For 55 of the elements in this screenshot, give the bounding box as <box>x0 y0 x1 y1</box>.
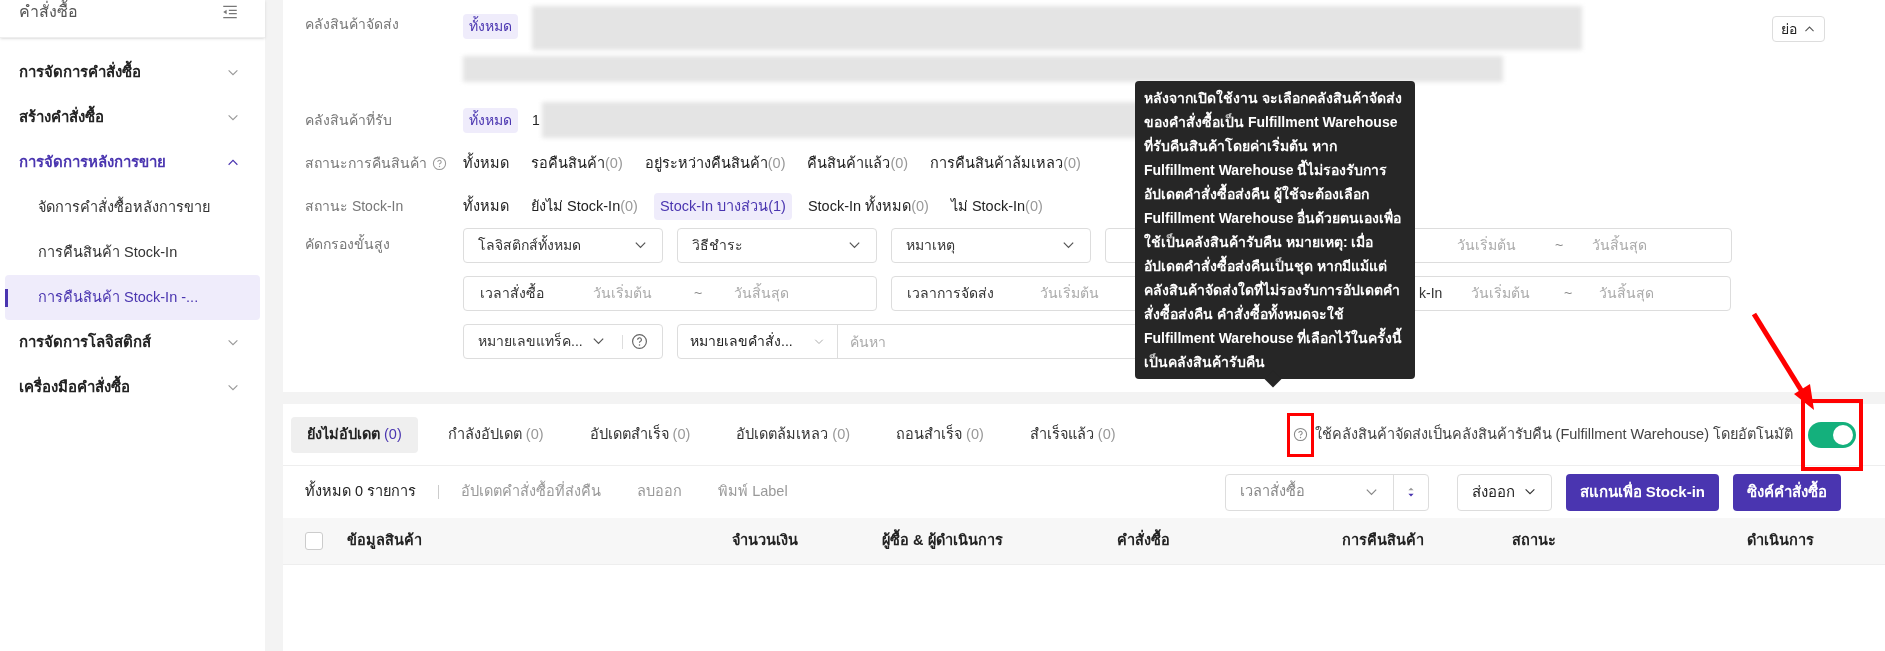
sidebar-item[interactable]: การคืนสินค้า Stock-In <box>5 230 260 275</box>
tab[interactable]: อัปเดตสำเร็จ (0) <box>573 416 707 453</box>
toggle-label: ใช้คลังสินค้าจัดส่งเป็นคลังสินค้ารับคืน (Fulfillment Warehouse) โดยอัตโนมัติ <box>1314 423 1793 444</box>
filter-option[interactable]: ทั้งหมด <box>457 149 515 178</box>
tab[interactable]: อัปเดตล้มเหลว (0) <box>720 416 867 453</box>
select-field[interactable]: วิธีชำระ <box>677 228 877 263</box>
collapse-button[interactable]: ย่อ <box>1772 16 1825 42</box>
sidebar-group[interactable]: การจัดการหลังการขาย <box>5 140 260 185</box>
sidebar-group[interactable]: สร้างคำสั่งซื้อ <box>5 95 260 140</box>
filter-label: สถานะ Stock-In <box>305 197 404 216</box>
column-header: จำนวนเงิน <box>732 532 798 549</box>
tab[interactable]: ยังไม่อัปเดต (0) <box>291 416 418 453</box>
toggle-switch[interactable] <box>1808 421 1856 448</box>
date-range-field[interactable]: เวลาสั่งซื้อ วันเริ่มต้น ~ วันสิ้นสุด <box>463 276 877 311</box>
filter-chip[interactable]: ทั้งหมด <box>463 14 518 39</box>
filter-option[interactable]: ยังไม่ Stock-In(0) <box>525 192 644 221</box>
filter-option[interactable]: 1 <box>532 109 540 131</box>
column-header: การคืนสินค้า <box>1342 532 1424 549</box>
help-icon <box>630 333 648 350</box>
sidebar-title: คำสั่งซื้อ <box>19 0 78 22</box>
filter-option[interactable]: รอคืนสินค้า(0) <box>525 149 629 178</box>
filter-label: สถานะการคืนสินค้า <box>305 154 427 173</box>
filter-option[interactable]: ทั้งหมด <box>457 192 515 221</box>
primary-button[interactable]: สแกนเพื่อ Stock-in <box>1565 473 1719 511</box>
filter-label: คัดกรองขั้นสูง <box>305 234 391 255</box>
filter-label: คลังสินค้าที่รับ <box>305 110 393 130</box>
tab[interactable]: สำเร็จแล้ว (0) <box>1013 416 1132 453</box>
filter-option[interactable]: การคืนสินค้าล้มเหลว(0) <box>924 149 1087 178</box>
filter-chip[interactable]: ทั้งหมด <box>463 107 518 133</box>
tab[interactable]: ถอนสำเร็จ (0) <box>880 416 1000 453</box>
select-field[interactable]: หมายเลขแทร็ค... <box>463 324 663 359</box>
sort-select[interactable]: เวลาสั่งซื้อ <box>1224 473 1429 511</box>
primary-button[interactable]: ซิงค์คำสั่งซื้อ <box>1733 473 1841 511</box>
filter-option[interactable]: คืนสินค้าแล้ว(0) <box>801 149 915 178</box>
select-field[interactable]: หมาเหตุ <box>891 228 1091 263</box>
filter-option[interactable]: ไม่ Stock-In(0) <box>944 192 1049 221</box>
tab[interactable]: กำลังอัปเดต (0) <box>431 416 560 453</box>
help-icon <box>1292 427 1308 442</box>
sidebar-item[interactable]: การคืนสินค้า Stock-In -... <box>5 275 260 320</box>
select-field[interactable]: โลจิสติกส์ทั้งหมด <box>463 228 663 263</box>
total-count: ทั้งหมด 0 รายการ <box>305 481 417 503</box>
filter-option[interactable]: Stock-In ทั้งหมด(0) <box>801 192 935 221</box>
sidebar-group[interactable]: การจัดการคำสั่งซื้อ <box>5 50 260 95</box>
column-header: สถานะ <box>1512 532 1556 549</box>
sidebar-group[interactable]: การจัดการโลจิสติกส์ <box>5 320 260 365</box>
select-all-checkbox[interactable] <box>305 532 323 550</box>
column-header: ข้อมูลสินค้า <box>347 532 422 549</box>
export-button[interactable]: ส่งออก <box>1456 473 1552 511</box>
sidebar-item[interactable]: จัดการคำสั่งซื้อหลังการขาย <box>5 185 260 230</box>
filter-option[interactable]: อยู่ระหว่างคืนสินค้า(0) <box>638 149 792 178</box>
column-header: ดำเนินการ <box>1747 532 1814 549</box>
search-type-select[interactable]: หมายเลขคำสั่ง... <box>678 325 838 358</box>
filter-label: คลังสินค้าจัดส่ง <box>305 15 400 34</box>
sidebar-group[interactable]: เครื่องมือคำสั่งซื้อ <box>5 365 260 410</box>
filter-option[interactable]: Stock-In บางส่วน(1) <box>653 192 792 221</box>
